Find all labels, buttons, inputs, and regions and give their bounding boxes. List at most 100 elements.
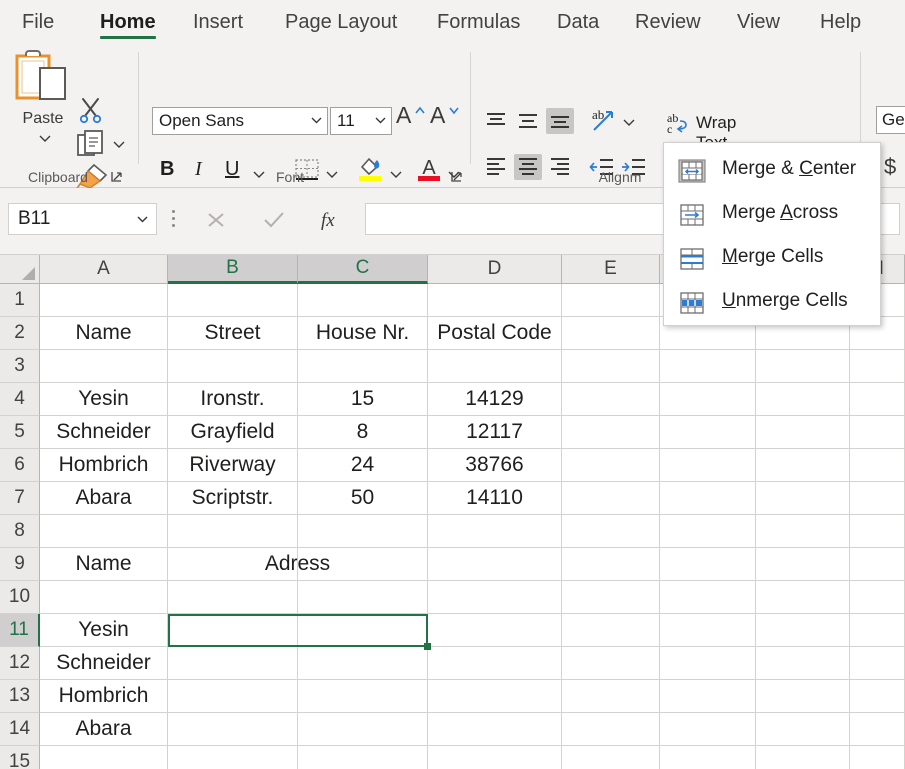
align-left-icon: [482, 154, 510, 180]
copy-chevron-down-icon[interactable]: [112, 140, 126, 149]
cell-d2[interactable]: Postal Code: [428, 317, 562, 350]
increase-font-size-button[interactable]: A: [396, 102, 411, 129]
number-format-combobox[interactable]: Gen: [876, 106, 905, 134]
confirm-entry-button[interactable]: [250, 203, 298, 235]
row-header-13[interactable]: 13: [0, 680, 40, 713]
name-box[interactable]: B11: [8, 203, 157, 235]
cell-a4[interactable]: Yesin: [40, 383, 168, 416]
column-header-e[interactable]: E: [562, 255, 660, 284]
cell-a14[interactable]: Abara: [40, 713, 168, 746]
row-header-8[interactable]: 8: [0, 515, 40, 548]
fill-handle[interactable]: [424, 643, 431, 650]
font-dialog-launcher[interactable]: [450, 170, 463, 183]
cell-a2[interactable]: Name: [40, 317, 168, 350]
spreadsheet-grid[interactable]: A B C D E F G H 1 2 3 4 5 6 7 8 9 10 11 …: [0, 255, 905, 769]
column-header-a[interactable]: A: [40, 255, 168, 284]
decrease-font-size-button[interactable]: A: [430, 102, 445, 129]
row-header-1[interactable]: 1: [0, 284, 40, 317]
cell-d6[interactable]: 38766: [428, 449, 562, 482]
orientation-button[interactable]: ab: [588, 106, 620, 136]
formula-bar-separator[interactable]: [172, 210, 176, 228]
tab-insert[interactable]: Insert: [185, 6, 251, 38]
cell-c4[interactable]: 15: [298, 383, 428, 416]
menu-item-merge-cells[interactable]: Merge Cells: [664, 237, 880, 281]
menu-item-unmerge-cells[interactable]: Unmerge Cells: [664, 281, 880, 325]
fill-color-chevron-down-icon[interactable]: [389, 170, 403, 179]
row-header-6[interactable]: 6: [0, 449, 40, 482]
tab-data[interactable]: Data: [549, 6, 607, 38]
cell-b5[interactable]: Grayfield: [168, 416, 298, 449]
name-box-chevron-down-icon[interactable]: [137, 216, 148, 223]
cut-button[interactable]: [76, 96, 108, 126]
cell-b4[interactable]: Ironstr.: [168, 383, 298, 416]
cell-b2[interactable]: Street: [168, 317, 298, 350]
tab-help[interactable]: Help: [812, 6, 869, 38]
cell-c5[interactable]: 8: [298, 416, 428, 449]
row-header-3[interactable]: 3: [0, 350, 40, 383]
row-header-7[interactable]: 7: [0, 482, 40, 515]
font-name-combobox[interactable]: Open Sans: [152, 107, 328, 135]
middle-align-button[interactable]: [514, 108, 542, 134]
tab-home[interactable]: Home: [92, 6, 164, 38]
cell-b9-merged[interactable]: Adress: [168, 548, 428, 581]
cell-a9[interactable]: Name: [40, 548, 168, 581]
cell-c2[interactable]: House Nr.: [298, 317, 428, 350]
svg-text:c: c: [667, 122, 672, 135]
cell-a7[interactable]: Abara: [40, 482, 168, 515]
cell-b6[interactable]: Riverway: [168, 449, 298, 482]
tab-page-layout[interactable]: Page Layout: [277, 6, 405, 38]
font-size-chevron-down-icon: [375, 117, 386, 124]
menu-item-merge-across[interactable]: Merge Across: [664, 193, 880, 237]
row-header-5[interactable]: 5: [0, 416, 40, 449]
cell-c6-value: 24: [298, 449, 427, 481]
cell-a11[interactable]: Yesin: [40, 614, 168, 647]
row-header-9[interactable]: 9: [0, 548, 40, 581]
check-icon: [263, 211, 285, 229]
cell-a13-value: Hombrich: [40, 680, 167, 712]
row-header-2[interactable]: 2: [0, 317, 40, 350]
cell-c6[interactable]: 24: [298, 449, 428, 482]
merge-dropdown-menu[interactable]: Merge & Center Merge Across Merge Cells: [663, 142, 881, 326]
cell-d4[interactable]: 14129: [428, 383, 562, 416]
tab-review[interactable]: Review: [627, 6, 709, 38]
accounting-format-button[interactable]: $: [884, 154, 896, 180]
paste-button[interactable]: Paste: [12, 50, 74, 154]
align-center-button[interactable]: [514, 154, 542, 180]
bottom-align-button[interactable]: [546, 108, 574, 134]
top-align-button[interactable]: [482, 108, 510, 134]
font-color-button[interactable]: A: [415, 154, 443, 184]
cell-a13[interactable]: Hombrich: [40, 680, 168, 713]
row-header-14[interactable]: 14: [0, 713, 40, 746]
svg-text:A: A: [422, 157, 436, 179]
orientation-chevron-down-icon[interactable]: [622, 118, 636, 127]
row-header-11[interactable]: 11: [0, 614, 40, 647]
column-header-c[interactable]: C: [298, 255, 428, 284]
insert-function-button[interactable]: fx: [308, 203, 356, 235]
cell-d7[interactable]: 14110: [428, 482, 562, 515]
bold-button[interactable]: B: [160, 158, 174, 181]
row-header-10-label: 10: [9, 586, 30, 607]
cell-c7[interactable]: 50: [298, 482, 428, 515]
select-all-corner[interactable]: [0, 255, 40, 284]
tab-formulas[interactable]: Formulas: [429, 6, 528, 38]
align-left-button[interactable]: [482, 154, 510, 180]
menu-item-merge-center[interactable]: Merge & Center: [664, 149, 880, 193]
cell-b7[interactable]: Scriptstr.: [168, 482, 298, 515]
row-header-12[interactable]: 12: [0, 647, 40, 680]
tab-view[interactable]: View: [729, 6, 788, 38]
cell-a12[interactable]: Schneider: [40, 647, 168, 680]
column-header-d[interactable]: D: [428, 255, 562, 284]
dialog-launcher-icon: [450, 170, 463, 183]
row-header-4[interactable]: 4: [0, 383, 40, 416]
column-header-b[interactable]: B: [168, 255, 298, 284]
cancel-entry-button[interactable]: [192, 203, 240, 235]
tab-file[interactable]: File: [14, 6, 62, 38]
row-header-10[interactable]: 10: [0, 581, 40, 614]
row-header-15[interactable]: 15: [0, 746, 40, 769]
copy-button[interactable]: [76, 130, 108, 160]
clipboard-dialog-launcher[interactable]: [110, 170, 123, 183]
cell-d5[interactable]: 12117: [428, 416, 562, 449]
font-size-combobox[interactable]: 11: [330, 107, 392, 135]
cell-a5[interactable]: Schneider: [40, 416, 168, 449]
cell-a6[interactable]: Hombrich: [40, 449, 168, 482]
